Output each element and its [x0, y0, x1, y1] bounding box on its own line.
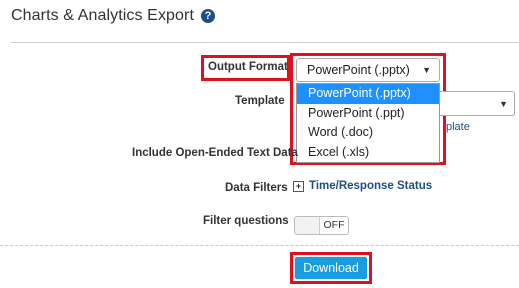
open-ended-label: Include Open-Ended Text Data	[132, 147, 298, 159]
data-filters-label: Data Filters	[225, 182, 288, 194]
help-icon[interactable]: ?	[201, 9, 216, 23]
template-select[interactable]: ▼	[440, 91, 515, 116]
option-pptx[interactable]: PowerPoint (.pptx)	[297, 84, 439, 104]
output-format-selected-value: PowerPoint (.pptx)	[307, 63, 410, 77]
option-xls[interactable]: Excel (.xls)	[297, 143, 439, 163]
output-format-select[interactable]: PowerPoint (.pptx) ▼	[296, 58, 440, 82]
output-format-label: Output Format	[208, 61, 288, 73]
template-link[interactable]: plate	[446, 121, 470, 133]
page-title: Charts & Analytics Export ?	[11, 7, 216, 25]
toggle-state: OFF	[323, 219, 345, 231]
template-label: Template	[235, 95, 285, 107]
filter-questions-toggle[interactable]: OFF	[294, 216, 349, 235]
caret-down-icon: ▼	[422, 65, 431, 75]
option-ppt[interactable]: PowerPoint (.ppt)	[297, 104, 439, 124]
download-button[interactable]: Download	[295, 257, 367, 279]
output-format-options: PowerPoint (.pptx) PowerPoint (.ppt) Wor…	[296, 83, 440, 163]
filter-questions-label: Filter questions	[203, 215, 289, 227]
page-title-text: Charts & Analytics Export	[11, 7, 195, 24]
header-divider	[11, 42, 519, 43]
toggle-knob	[295, 217, 320, 234]
caret-down-icon: ▼	[499, 98, 508, 109]
time-response-status-link[interactable]: + Time/Response Status	[293, 180, 432, 192]
option-doc[interactable]: Word (.doc)	[297, 123, 439, 143]
time-response-status-text: Time/Response Status	[309, 180, 433, 192]
plus-square-icon: +	[293, 180, 304, 192]
footer-divider	[0, 245, 519, 246]
